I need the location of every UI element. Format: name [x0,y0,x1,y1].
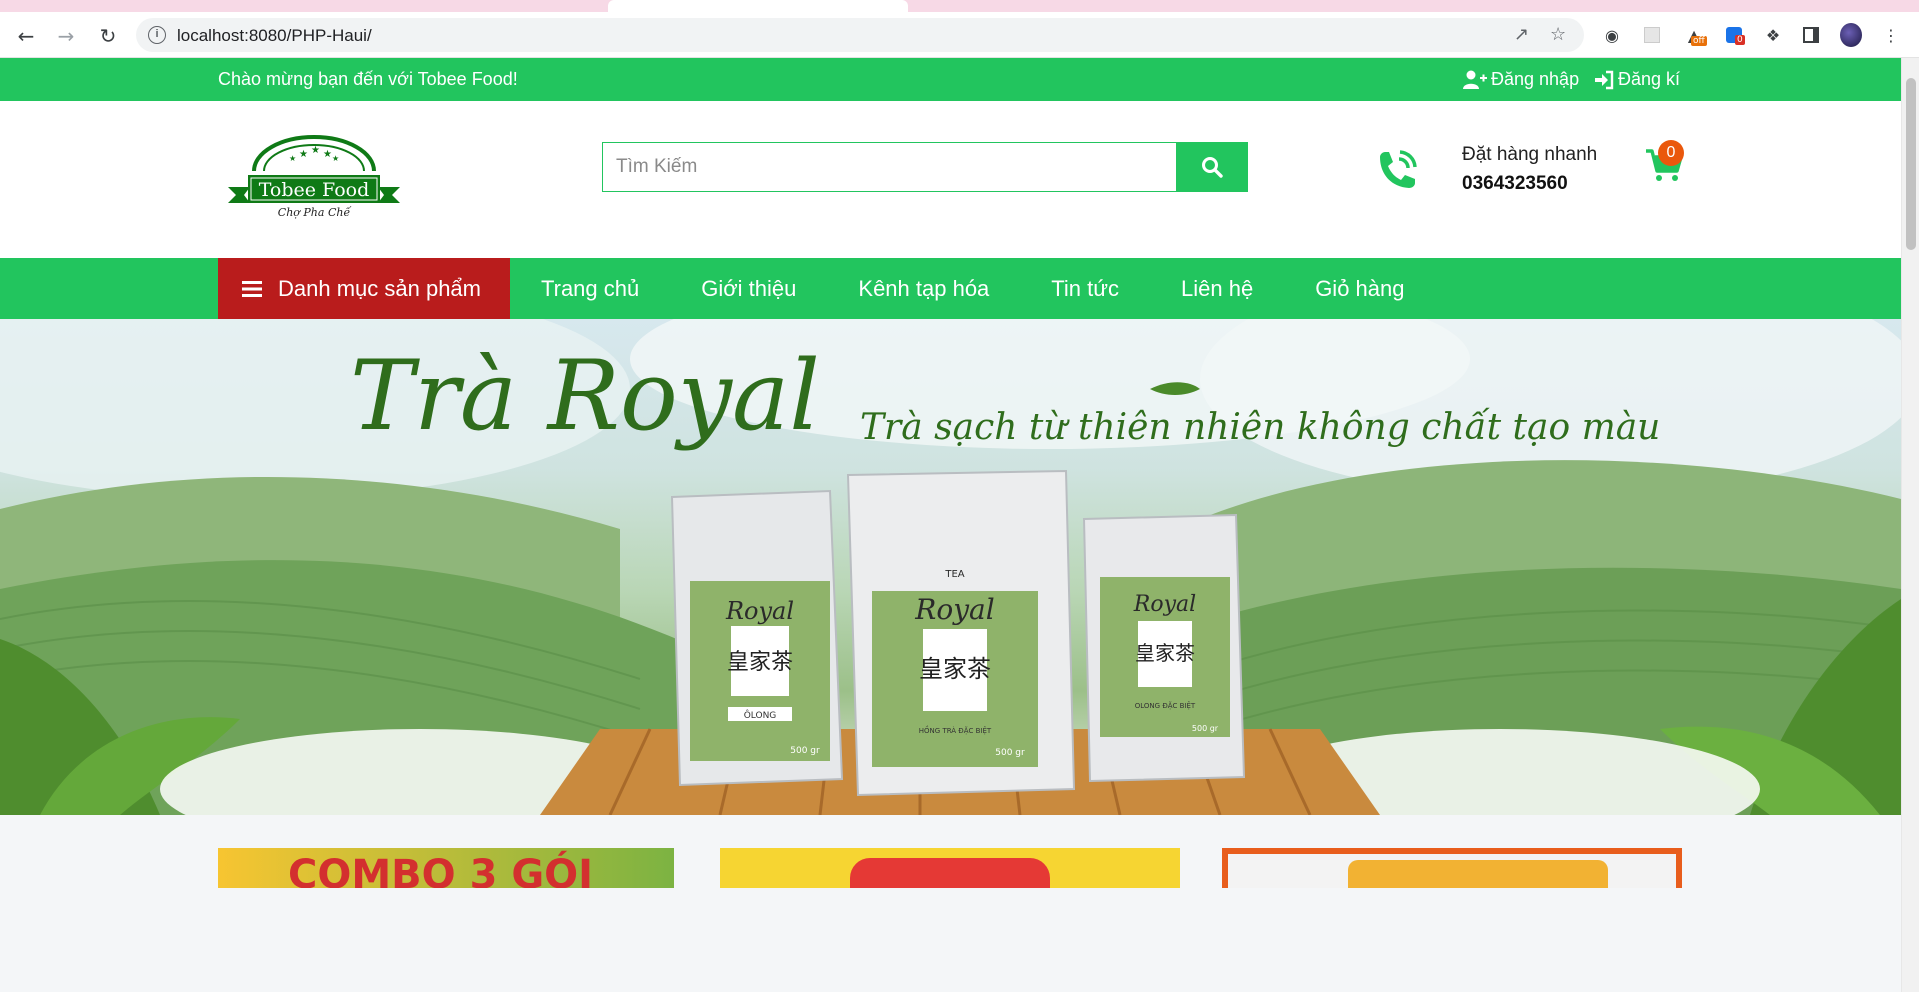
hero-banner-image: Trà Royal Trà sạch từ thiên nhiên không … [0,319,1901,815]
logo-tagline-text: Chợ Pha Chế [278,206,352,219]
bag-hanzi: 皇家茶 [919,655,991,683]
extension-icon[interactable] [1641,24,1663,46]
bag-weight: 500 gr [790,746,820,756]
search-icon [1202,157,1223,178]
logo-brand-text: Tobee Food [259,179,370,201]
category-menu-button[interactable]: Danh mục sản phẩm [218,258,510,319]
forward-icon[interactable]: → [52,22,80,50]
browser-toolbar: ← → ↻ i localhost:8080/PHP-Haui/ ↗ ☆ ◉ ▲… [0,12,1919,58]
user-plus-icon [1463,70,1487,89]
tea-bag-olong: Royal 皇家茶 ÔLONG 500 gr [670,489,844,787]
hero-banner[interactable]: Trà Royal Trà sạch từ thiên nhiên không … [0,319,1901,815]
share-icon[interactable]: ↗ [1514,24,1529,45]
tea-bag-hong-tra: TEA Royal 皇家茶 HỒNG TRÀ ĐẶC BIỆT 500 gr [846,469,1076,797]
nav-item-grocery[interactable]: Kênh tạp hóa [827,258,1020,319]
avatar[interactable] [1840,23,1862,47]
svg-text:★: ★ [311,145,320,156]
hero-title: Trà Royal [350,340,820,452]
website: Chào mừng bạn đến với Tobee Food! Đăng n… [0,58,1901,992]
active-tab[interactable] [608,0,908,12]
nav-item-cart[interactable]: Giỏ hàng [1284,258,1435,319]
reload-icon[interactable]: ↻ [94,22,122,50]
puzzle-icon[interactable]: ❖ [1762,24,1784,46]
hotline-number[interactable]: 0364323560 [1462,173,1568,195]
header: ★ ★ ★ ★ ★ Tobee Food Chợ Pha Chế Tìm Kiế… [0,101,1901,258]
tobee-food-logo[interactable]: ★ ★ ★ ★ ★ Tobee Food Chợ Pha Chế [226,135,402,221]
extension-off-icon[interactable]: ▲ off [1683,24,1707,46]
promo-card[interactable] [720,848,1180,888]
bag-weight: 500 gr [995,748,1025,758]
nav-item-news[interactable]: Tin tức [1020,258,1150,319]
main-nav: Danh mục sản phẩm Trang chủ Giới thiệu K… [0,258,1901,319]
nav-item-contact[interactable]: Liên hệ [1150,258,1284,319]
top-bar: Chào mừng bạn đến với Tobee Food! Đăng n… [0,58,1901,101]
kebab-menu-icon[interactable]: ⋮ [1880,24,1902,46]
bag-hanzi: 皇家茶 [727,650,793,675]
svg-text:★: ★ [323,149,332,160]
browser-tabstrip [0,0,1919,12]
sign-in-icon [1595,70,1614,89]
promo-section: COMBO 3 GÓI [0,815,1901,992]
page-scrollbar[interactable] [1901,58,1919,992]
bag-tea-text: TEA [944,569,964,580]
hero-subtitle: Trà sạch từ thiên nhiên không chất tạo m… [860,407,1660,448]
bag-label: ÔLONG [744,709,777,721]
bag-brand: Royal [725,597,794,625]
site-info-icon[interactable]: i [148,26,166,44]
nav-item-about[interactable]: Giới thiệu [670,258,827,319]
side-panel-icon[interactable] [1800,24,1822,46]
tea-bag-olong-dac-biet: Royal 皇家茶 OLONG ĐẶC BIỆT 500 gr [1082,513,1246,783]
quick-order-label: Đặt hàng nhanh [1462,144,1598,165]
search-button[interactable] [1176,142,1248,192]
promo-card[interactable] [1222,848,1682,888]
login-link[interactable]: Đăng nhập [1463,69,1579,90]
cart-count-badge: 0 [1658,140,1684,166]
bag-hanzi: 皇家茶 [1135,641,1195,665]
svg-text:★: ★ [299,149,308,160]
welcome-text: Chào mừng bạn đến với Tobee Food! [218,69,518,89]
svg-text:★: ★ [332,154,339,163]
phone-ring-icon [1380,150,1417,188]
bag-label: HỒNG TRÀ ĐẶC BIỆT [919,725,992,735]
extension-icon[interactable]: ◉ [1601,24,1623,46]
bag-weight: 500 gr [1192,724,1219,733]
url-text[interactable]: localhost:8080/PHP-Haui/ [177,26,372,46]
promo-card-combo[interactable]: COMBO 3 GÓI [218,848,674,888]
back-icon[interactable]: ← [12,22,40,50]
hamburger-icon [242,280,262,297]
bag-label: OLONG ĐẶC BIỆT [1135,701,1196,710]
nav-menu: Trang chủ Giới thiệu Kênh tạp hóa Tin tứ… [510,258,1435,319]
search-input[interactable] [602,142,1176,192]
bag-brand: Royal [914,593,994,626]
svg-text:★: ★ [289,154,296,163]
extension-counter-icon[interactable]: 0 [1723,24,1745,46]
promo-title: COMBO 3 GÓI [288,852,594,888]
bag-brand: Royal [1133,592,1196,617]
scrollbar-thumb[interactable] [1906,78,1916,250]
address-bar[interactable]: i localhost:8080/PHP-Haui/ ↗ ☆ [136,18,1584,52]
nav-item-home[interactable]: Trang chủ [510,258,670,319]
register-link[interactable]: Đăng kí [1594,69,1680,90]
bookmark-star-icon[interactable]: ☆ [1550,24,1566,45]
search-form [602,142,1248,192]
